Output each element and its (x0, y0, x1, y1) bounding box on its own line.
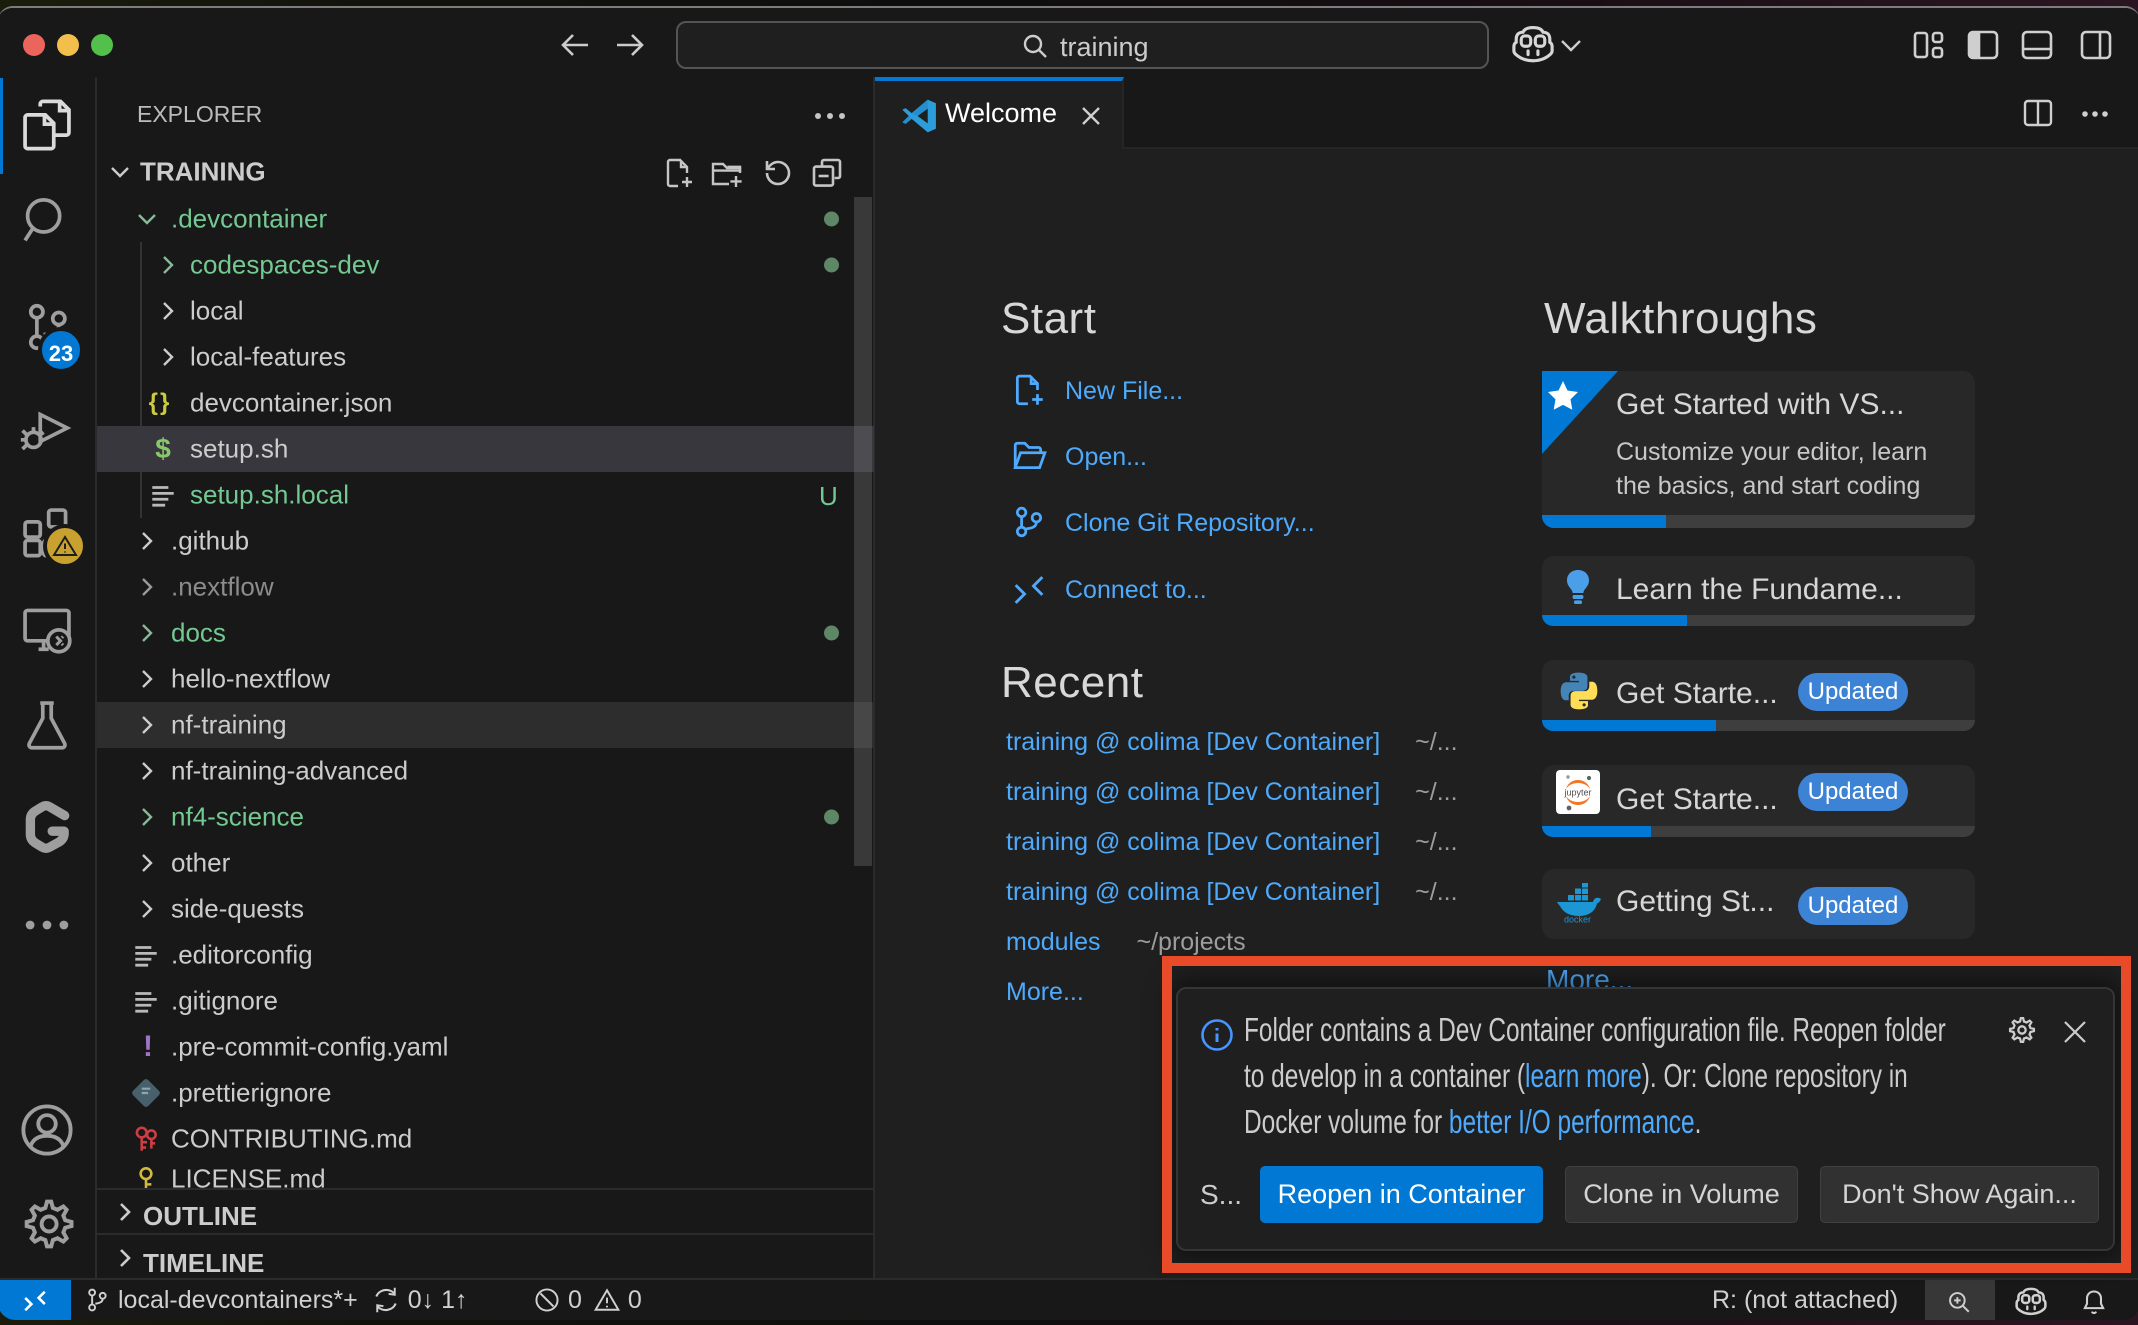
svg-text:jupyter: jupyter (1563, 788, 1591, 798)
svg-text:docker: docker (1564, 915, 1591, 924)
